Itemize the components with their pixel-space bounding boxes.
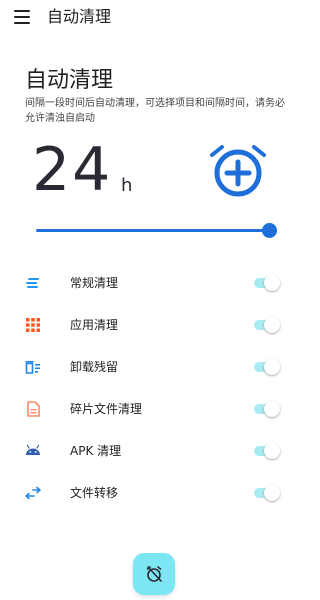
option-toggle[interactable] bbox=[254, 485, 280, 501]
option-label: 碎片文件清理 bbox=[70, 402, 143, 416]
alarm-add-icon bbox=[208, 143, 268, 199]
interval-slider[interactable] bbox=[36, 222, 277, 240]
cleanup-options-list: 常规清理 应用清理 卸载残留 碎片文件清理 APK 清理 文件转移 bbox=[0, 262, 308, 514]
option-label: 文件转移 bbox=[70, 486, 119, 500]
alarm-off-icon bbox=[146, 566, 162, 582]
slider-track bbox=[36, 229, 269, 232]
option-label: 卸载残留 bbox=[70, 360, 119, 374]
option-toggle[interactable] bbox=[254, 359, 280, 375]
option-label: 常规清理 bbox=[70, 276, 119, 290]
menu-icon[interactable] bbox=[14, 10, 30, 24]
android-icon bbox=[24, 442, 42, 460]
document-icon bbox=[24, 400, 42, 418]
option-apk-clean: APK 清理 bbox=[0, 430, 308, 472]
apps-grid-icon bbox=[24, 316, 42, 334]
option-toggle[interactable] bbox=[254, 401, 280, 417]
interval-value: 24 bbox=[32, 135, 113, 205]
app-bar: 自动清理 bbox=[0, 0, 308, 36]
transfer-arrows-icon bbox=[24, 484, 42, 502]
page-description: 间隔一段时间后自动清理，可选择项目和间隔时间，请务必允许清浊自启动 bbox=[25, 98, 285, 124]
interval-unit: h bbox=[121, 175, 133, 196]
option-file-transfer: 文件转移 bbox=[0, 472, 308, 514]
lines-icon bbox=[24, 274, 42, 292]
option-regular-clean: 常规清理 bbox=[0, 262, 308, 304]
option-label: APK 清理 bbox=[70, 444, 122, 458]
option-toggle[interactable] bbox=[254, 275, 280, 291]
option-app-clean: 应用清理 bbox=[0, 304, 308, 346]
uninstall-residue-icon bbox=[24, 358, 42, 376]
option-label: 应用清理 bbox=[70, 318, 119, 332]
alarm-off-button[interactable] bbox=[133, 553, 175, 595]
option-toggle[interactable] bbox=[254, 443, 280, 459]
page-title: 自动清理 bbox=[25, 68, 114, 93]
option-fragment-clean: 碎片文件清理 bbox=[0, 388, 308, 430]
option-uninstall-residue: 卸载残留 bbox=[0, 346, 308, 388]
app-bar-title: 自动清理 bbox=[47, 7, 112, 26]
slider-thumb[interactable] bbox=[262, 223, 277, 238]
option-toggle[interactable] bbox=[254, 317, 280, 333]
